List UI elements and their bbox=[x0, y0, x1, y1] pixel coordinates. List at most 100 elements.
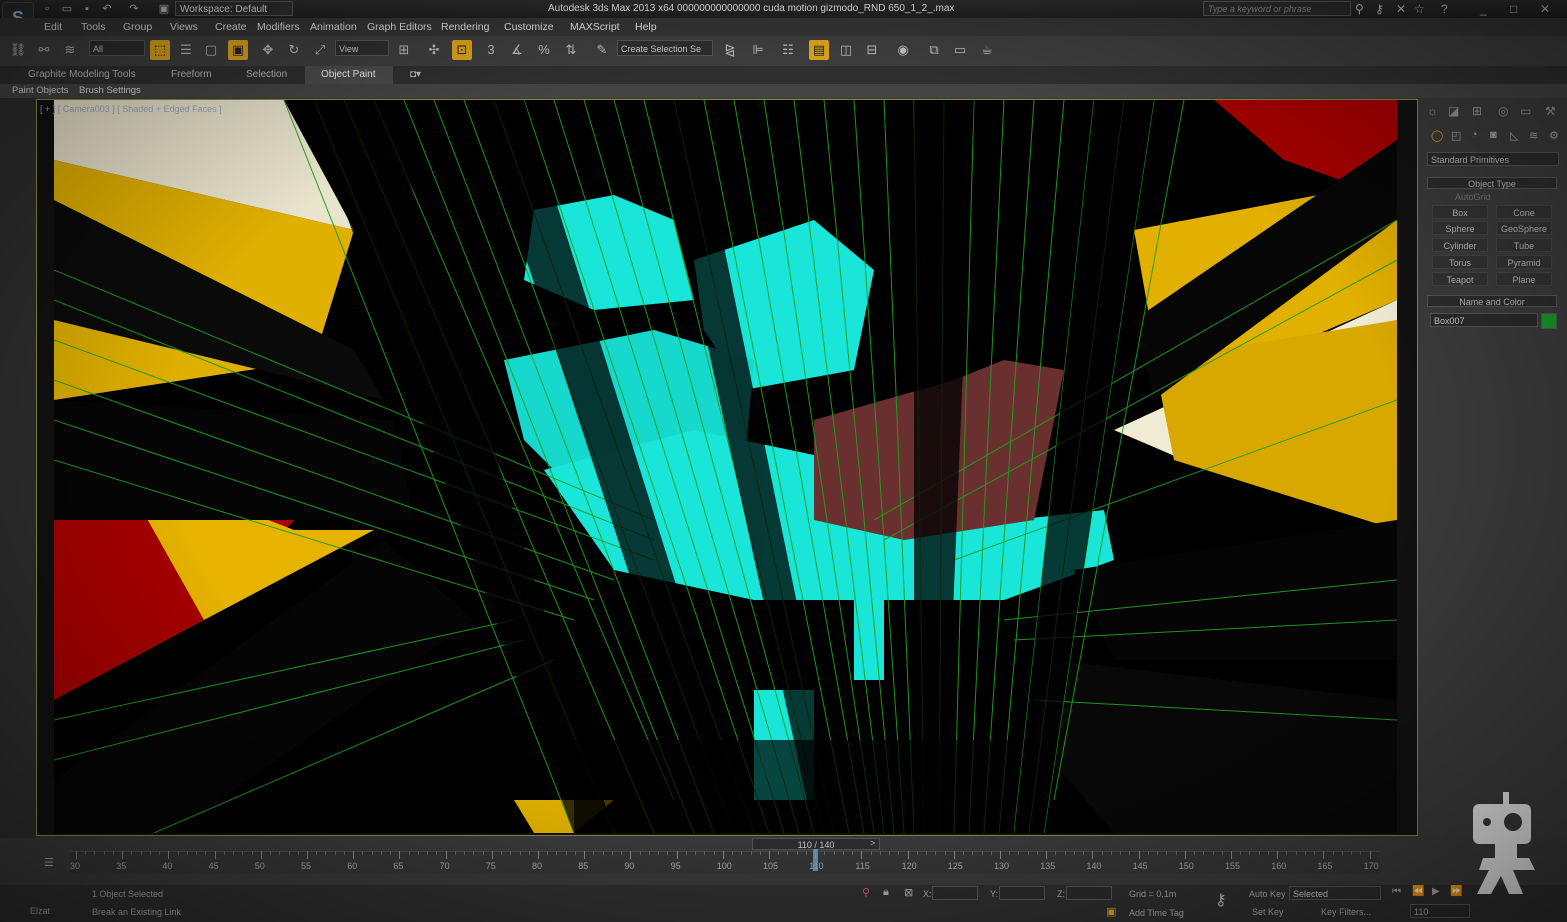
bind-space-warp-icon[interactable]: ≋ bbox=[60, 40, 80, 60]
play-icon[interactable]: ▶ bbox=[1432, 886, 1440, 897]
open-file-icon[interactable]: ▭ bbox=[60, 2, 74, 16]
selection-lock-icon[interactable]: 🔒︎ bbox=[883, 886, 889, 899]
menu-animation[interactable]: Animation bbox=[310, 21, 357, 33]
absolute-mode-icon[interactable]: ⊠ bbox=[904, 886, 913, 899]
key-mode-dropdown[interactable]: Selected bbox=[1289, 886, 1381, 900]
utilities-tab-icon[interactable]: ⚒ bbox=[1545, 104, 1556, 118]
key-filters-button[interactable]: Key Filters... bbox=[1321, 907, 1371, 917]
y-coordinate-field[interactable] bbox=[999, 886, 1045, 900]
keyboard-shortcut-icon[interactable]: ⊡ bbox=[452, 40, 472, 60]
menu-tools[interactable]: Tools bbox=[81, 21, 106, 33]
favorites-star-icon[interactable]: ☆ bbox=[1414, 2, 1425, 16]
ribbon-options-icon[interactable]: ◘▾ bbox=[410, 69, 421, 80]
time-tag-icon[interactable]: ▣ bbox=[1106, 905, 1116, 918]
set-key-mode-icon[interactable]: ⚷ bbox=[1215, 890, 1227, 910]
cone-button[interactable]: Cone bbox=[1496, 205, 1552, 219]
teapot-button[interactable]: Teapot bbox=[1432, 272, 1488, 286]
object-color-swatch[interactable] bbox=[1541, 313, 1557, 329]
scale-icon[interactable]: ⤢ bbox=[310, 40, 330, 60]
maxscript-listener[interactable]: Elzat bbox=[30, 906, 50, 916]
mirror-icon[interactable]: ⧎ bbox=[720, 40, 740, 60]
menu-edit[interactable]: Edit bbox=[44, 21, 62, 33]
next-frame-arrow-icon[interactable]: > bbox=[870, 838, 875, 848]
previous-key-icon[interactable]: ⏪ bbox=[1412, 886, 1424, 897]
search-input[interactable]: Type a keyword or phrase bbox=[1203, 1, 1351, 16]
current-frame-field[interactable]: 110 bbox=[1410, 904, 1470, 918]
snap-toggle-icon[interactable]: 3 bbox=[481, 40, 501, 60]
menu-group[interactable]: Group bbox=[123, 21, 152, 33]
undo-icon[interactable]: ↶ bbox=[100, 2, 114, 16]
sphere-button[interactable]: Sphere bbox=[1432, 221, 1488, 235]
viewport-render[interactable] bbox=[54, 100, 1397, 833]
modify-tab-icon[interactable]: ◪ bbox=[1448, 104, 1459, 118]
select-object-icon[interactable]: ⬚ bbox=[150, 40, 170, 60]
rect-selection-icon[interactable]: ▢ bbox=[201, 40, 221, 60]
isolate-selection-icon[interactable]: ⚲ bbox=[862, 886, 870, 899]
help-icon[interactable]: ? bbox=[1441, 2, 1448, 16]
menu-views[interactable]: Views bbox=[170, 21, 198, 33]
named-selection-dropdown[interactable]: Create Selection Se bbox=[617, 40, 713, 56]
cylinder-button[interactable]: Cylinder bbox=[1432, 238, 1488, 252]
object-name-field[interactable]: Box007 bbox=[1430, 313, 1538, 327]
z-coordinate-field[interactable] bbox=[1066, 886, 1112, 900]
menu-rendering[interactable]: Rendering bbox=[441, 21, 489, 33]
workspace-dropdown[interactable]: Workspace: Default bbox=[175, 1, 293, 16]
material-editor-icon[interactable]: ◉ bbox=[893, 40, 913, 60]
align-icon[interactable]: ⊫ bbox=[748, 40, 768, 60]
spinner-snap-icon[interactable]: ⇅ bbox=[561, 40, 581, 60]
go-to-start-icon[interactable]: ⏮ bbox=[1392, 886, 1401, 897]
sun-icon[interactable]: ☼ bbox=[1427, 104, 1438, 118]
object-type-rollout[interactable]: Object Type bbox=[1427, 177, 1557, 189]
next-key-icon[interactable]: ⏩ bbox=[1450, 886, 1462, 897]
set-key-button[interactable]: Set Key bbox=[1252, 907, 1284, 917]
new-file-icon[interactable]: ▫ bbox=[40, 2, 54, 16]
minimize-icon[interactable]: _ bbox=[1480, 2, 1487, 16]
auto-key-button[interactable]: Auto Key bbox=[1249, 889, 1286, 899]
communication-icon[interactable]: ✕ bbox=[1396, 2, 1406, 16]
save-icon[interactable]: ▪ bbox=[80, 2, 94, 16]
track-bar-menu-icon[interactable]: ☰ bbox=[44, 856, 54, 869]
helpers-icon[interactable]: ◺ bbox=[1510, 129, 1518, 142]
viewport-label[interactable]: [ + ] [ Camera003 ] [ Shaded + Edged Fac… bbox=[40, 104, 222, 114]
menu-maxscript[interactable]: MAXScript bbox=[570, 21, 620, 33]
menu-modifiers[interactable]: Modifiers bbox=[257, 21, 300, 33]
select-by-name-icon[interactable]: ☰ bbox=[176, 40, 196, 60]
unlink-icon[interactable]: ⚯ bbox=[34, 40, 54, 60]
schematic-view-icon[interactable]: ⊟ bbox=[862, 40, 882, 60]
geometry-icon[interactable]: ◯ bbox=[1431, 129, 1443, 142]
panel-paint-objects[interactable]: Paint Objects bbox=[12, 84, 69, 97]
space-warps-icon[interactable]: ≋ bbox=[1529, 129, 1538, 142]
tab-selection[interactable]: Selection bbox=[246, 69, 287, 80]
display-tab-icon[interactable]: ▭ bbox=[1520, 104, 1531, 118]
edit-named-selection-icon[interactable]: ✎ bbox=[592, 40, 612, 60]
rotate-icon[interactable]: ↻ bbox=[284, 40, 304, 60]
lights-icon[interactable]: ◔ bbox=[1471, 129, 1478, 141]
maximize-icon[interactable]: □ bbox=[1510, 2, 1517, 16]
reference-coord-dropdown[interactable]: View bbox=[335, 40, 389, 56]
menu-create[interactable]: Create bbox=[215, 21, 247, 33]
project-folder-icon[interactable]: ▣ bbox=[157, 2, 171, 16]
geosphere-button[interactable]: GeoSphere bbox=[1496, 221, 1552, 235]
rendered-frame-icon[interactable]: ▭ bbox=[950, 40, 970, 60]
systems-icon[interactable]: ⚙ bbox=[1549, 129, 1559, 142]
layer-manager-icon[interactable]: ☷ bbox=[778, 40, 798, 60]
plane-button[interactable]: Plane bbox=[1496, 272, 1552, 286]
current-frame-marker[interactable] bbox=[813, 849, 819, 871]
angle-snap-icon[interactable]: ∡ bbox=[507, 40, 527, 60]
autogrid-checkbox[interactable]: AutoGrid bbox=[1455, 192, 1491, 202]
redo-icon[interactable]: ↷ bbox=[127, 2, 141, 16]
tube-button[interactable]: Tube bbox=[1496, 238, 1552, 252]
manipulate-icon[interactable]: ✣ bbox=[424, 40, 444, 60]
binoculars-icon[interactable]: ⚲ bbox=[1355, 2, 1364, 16]
tab-graphite-modeling[interactable]: Graphite Modeling Tools bbox=[28, 69, 136, 80]
primitive-category-dropdown[interactable]: Standard Primitives bbox=[1427, 152, 1559, 166]
box-button[interactable]: Box bbox=[1432, 205, 1488, 219]
menu-customize[interactable]: Customize bbox=[504, 21, 554, 33]
cameras-icon[interactable]: ◙ bbox=[1490, 129, 1497, 141]
motion-tab-icon[interactable]: ◎ bbox=[1498, 104, 1508, 118]
percent-snap-icon[interactable]: % bbox=[534, 40, 554, 60]
torus-button[interactable]: Torus bbox=[1432, 255, 1488, 269]
tab-freeform[interactable]: Freeform bbox=[171, 69, 212, 80]
shapes-icon[interactable]: ◰ bbox=[1451, 129, 1461, 142]
name-color-rollout[interactable]: Name and Color bbox=[1427, 295, 1557, 307]
